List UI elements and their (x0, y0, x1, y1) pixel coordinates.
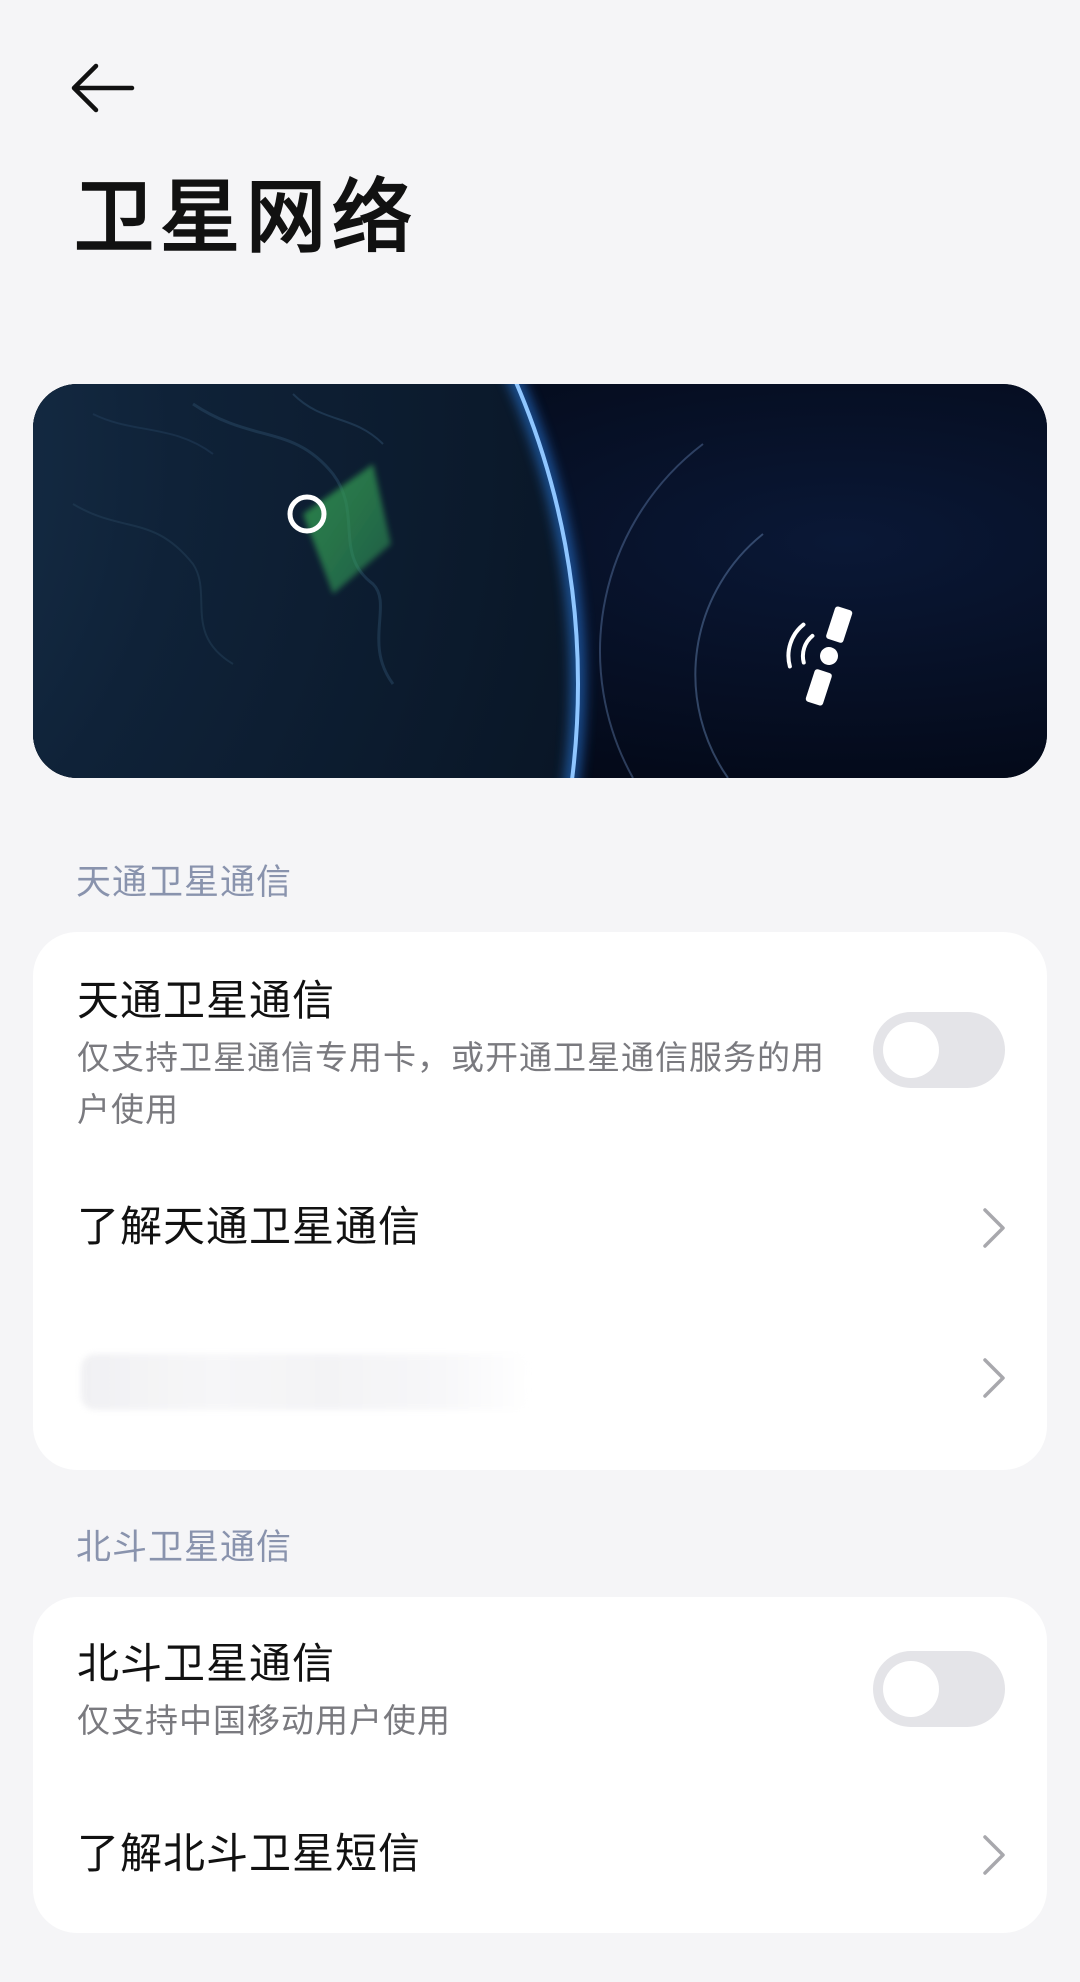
beidou-toggle-title: 北斗卫星通信 (77, 1639, 336, 1688)
earth-satellite-illustration (33, 384, 1047, 778)
section-label-tiantong: 天通卫星通信 (76, 863, 293, 903)
learn-tiantong-label: 了解天通卫星通信 (77, 1202, 422, 1251)
beidou-card: 北斗卫星通信 仅支持中国移动用户使用 了解北斗卫星短信 (33, 1597, 1047, 1933)
chevron-right-icon (983, 1208, 1005, 1248)
back-button[interactable] (66, 52, 146, 124)
beidou-toggle-description: 仅支持中国移动用户使用 (77, 1701, 451, 1740)
tiantong-toggle-row[interactable]: 天通卫星通信 仅支持卫星通信专用卡，或开通卫星通信服务的用户使用 (33, 932, 1047, 1154)
chevron-right-icon (983, 1835, 1005, 1875)
tiantong-toggle-switch[interactable] (873, 1012, 1005, 1088)
hero-banner (33, 384, 1047, 778)
beidou-toggle-row[interactable]: 北斗卫星通信 仅支持中国移动用户使用 (33, 1597, 1047, 1787)
beidou-toggle-switch[interactable] (873, 1651, 1005, 1727)
tiantong-toggle-title: 天通卫星通信 (77, 976, 336, 1025)
learn-tiantong-row[interactable]: 了解天通卫星通信 (33, 1154, 1047, 1304)
tiantong-toggle-description: 仅支持卫星通信专用卡，或开通卫星通信服务的用户使用 (77, 1038, 825, 1129)
toggle-knob (883, 1022, 939, 1078)
toggle-knob (883, 1661, 939, 1717)
chevron-right-icon (983, 1358, 1005, 1398)
page-title: 卫星网络 (74, 171, 418, 264)
tiantong-card: 天通卫星通信 仅支持卫星通信专用卡，或开通卫星通信服务的用户使用 了解天通卫星通… (33, 932, 1047, 1470)
obscured-row[interactable] (33, 1304, 1047, 1470)
obscured-label (81, 1354, 531, 1410)
arrow-left-icon (71, 63, 135, 113)
learn-beidou-label: 了解北斗卫星短信 (77, 1829, 422, 1878)
section-label-beidou: 北斗卫星通信 (76, 1528, 293, 1568)
learn-beidou-row[interactable]: 了解北斗卫星短信 (33, 1787, 1047, 1933)
